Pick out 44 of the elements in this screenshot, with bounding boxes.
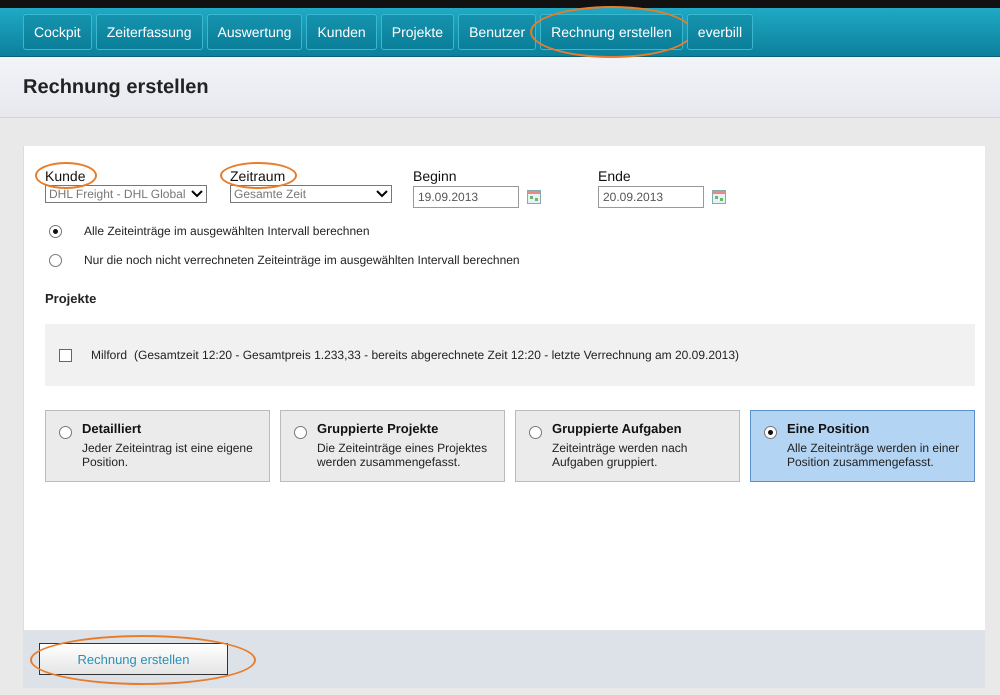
date-field[interactable]: 19.09.2013 — [413, 186, 519, 208]
nav-tab[interactable]: everbill — [686, 14, 754, 50]
nav-tab[interactable]: Benutzer — [458, 14, 536, 50]
create-invoice-button[interactable]: Rechnung erstellen — [39, 643, 228, 675]
radio-button[interactable] — [294, 426, 307, 439]
option-description: Die Zeiteinträge eines Projektes werden zusammengefasst. — [317, 441, 488, 469]
option-card[interactable]: Gruppierte Projekte Die Zeiteinträge eines Projektes werden zusammengefasst. — [280, 410, 505, 482]
option-description: Jeder Zeiteintrag ist eine eigene Position. — [82, 441, 254, 469]
option-title: Eine Position — [787, 421, 870, 436]
section-heading: Projekte — [45, 291, 98, 306]
checkbox[interactable] — [59, 348, 72, 362]
option-title: Gruppierte Aufgaben — [552, 421, 683, 436]
field-label: Zeitraum — [230, 168, 286, 185]
option-card[interactable]: Gruppierte Aufgaben Zeiteinträge werden nach Aufgaben gruppiert. — [515, 410, 740, 482]
project-details: (Gesamtzeit 12:20 - Gesamtpreis 1.233,33 - bereits abgerechnete Zeit 12:20 - letzte Verrechnung am 20.09.2013) — [134, 348, 740, 362]
dropdown[interactable]: Gesamte Zeit — [230, 185, 392, 203]
option-title: Gruppierte Projekte — [317, 421, 440, 436]
radio-button[interactable] — [49, 224, 62, 238]
radio-button[interactable] — [764, 426, 777, 439]
option-card[interactable]: Detailliert Jeder Zeiteintrag ist eine eigene Position. — [45, 410, 270, 482]
page-title: Rechnung erstellen — [23, 76, 209, 98]
nav-tab[interactable]: Rechnung erstellen — [540, 14, 683, 50]
option-description: Zeiteinträge werden nach Aufgaben gruppiert. — [552, 441, 688, 469]
option-card[interactable]: Eine Position Alle Zeiteinträge werden in einer Position zusammengefasst. — [750, 410, 975, 482]
radio-button[interactable] — [529, 426, 542, 439]
radio-button[interactable] — [49, 254, 62, 266]
nav-tab[interactable]: Zeiterfassung — [96, 14, 203, 50]
chevron-down-icon — [376, 190, 388, 198]
radio-button[interactable] — [59, 426, 72, 439]
nav-tab[interactable]: Cockpit — [23, 14, 92, 50]
dropdown[interactable]: DHL Freight - DHL Global — [45, 185, 207, 203]
option-title: Detailliert — [82, 421, 142, 436]
field-label: Kunde — [45, 168, 86, 185]
project-name: Milford — [91, 348, 128, 362]
radio-label: Alle Zeiteinträge im ausgewählten Intervall berechnen — [84, 224, 370, 238]
date-field[interactable]: 20.09.2013 — [598, 186, 704, 208]
field-label: Ende — [598, 168, 631, 185]
nav-tab[interactable]: Auswertung — [206, 14, 302, 50]
nav-tab[interactable]: Projekte — [380, 14, 454, 50]
chevron-down-icon — [191, 190, 203, 198]
option-description: Alle Zeiteinträge werden in einer Position zusammengefasst. — [787, 441, 960, 469]
nav-tab[interactable]: Kunden — [306, 14, 377, 50]
radio-label: Nur die noch nicht verrechneten Zeiteinträge im ausgewählten Intervall berechnen — [84, 253, 520, 267]
field-label: Beginn — [413, 168, 457, 185]
